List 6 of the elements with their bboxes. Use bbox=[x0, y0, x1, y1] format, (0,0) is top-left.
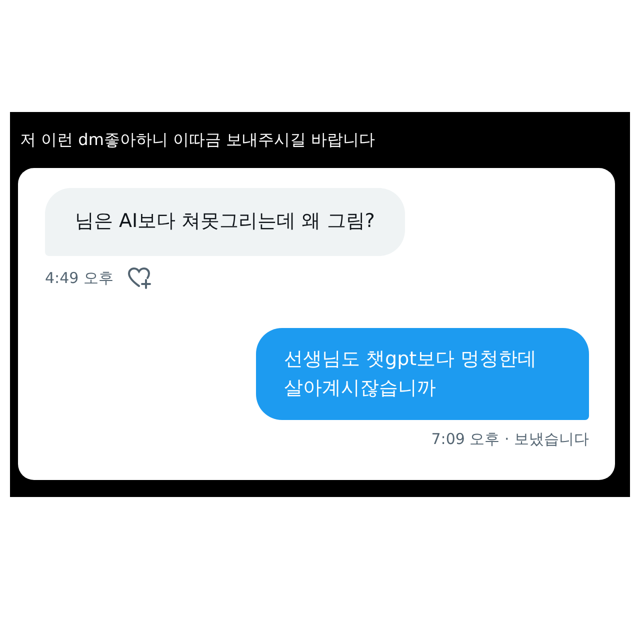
message-time: 7:09 오후 · 보냈습니다 bbox=[431, 430, 589, 449]
post-caption: 저 이런 dm좋아하니 이따금 보내주시길 바랍니다 bbox=[20, 129, 376, 151]
message-bubble: 선생님도 챗gpt보다 멍청한데 살아계시잖습니까 bbox=[256, 328, 589, 420]
message-time: 4:49 오후 bbox=[45, 268, 114, 288]
message-bubble: 님은 AI보다 쳐못그리는데 왜 그림? bbox=[45, 188, 405, 256]
heart-plus-icon[interactable] bbox=[127, 266, 154, 290]
